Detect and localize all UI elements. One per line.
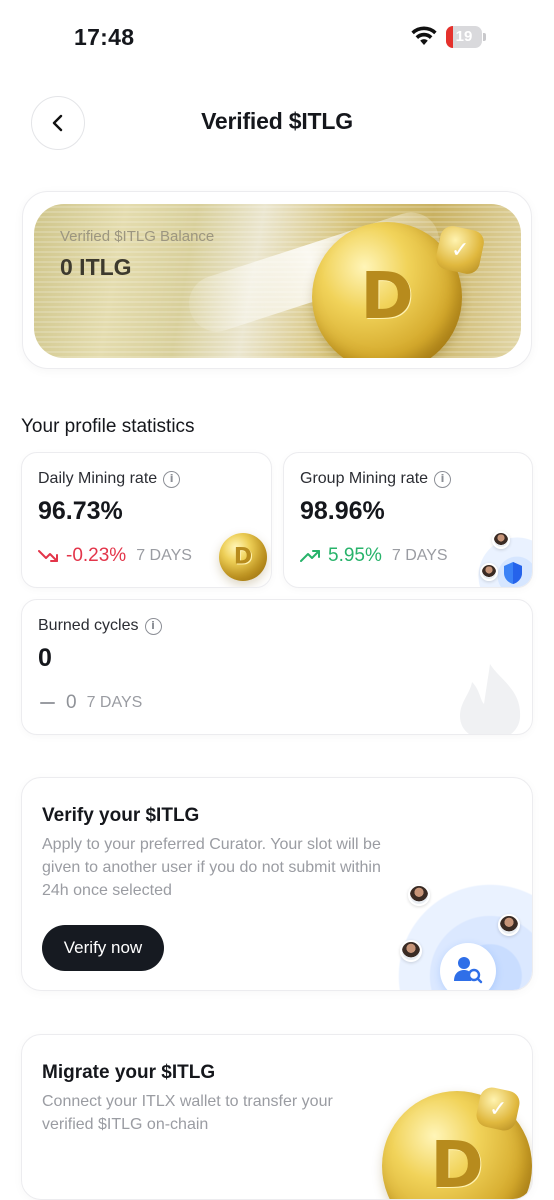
info-icon[interactable]: i — [434, 470, 452, 488]
avatar — [408, 884, 430, 906]
curator-search-icon — [440, 943, 496, 990]
status-time: 17:48 — [74, 24, 135, 50]
flame-icon — [460, 664, 521, 734]
daily-mining-card[interactable]: Daily Mining rate i 96.73% -0.23% 7 DAYS… — [21, 452, 272, 588]
trend-flat-icon — [40, 702, 55, 704]
daily-mining-label: Daily Mining rate — [38, 470, 158, 487]
status-bar: 17:48 19 — [0, 0, 554, 74]
burned-cycles-value: 0 — [38, 644, 52, 672]
avatar — [498, 914, 520, 936]
migrate-card: Migrate your $ITLG Connect your ITLX wal… — [21, 1034, 533, 1200]
group-mining-period: 7 DAYS — [391, 547, 448, 564]
avatar — [480, 563, 498, 581]
balance-banner: Verified $ITLG Balance 0 ITLG D ✓ — [34, 204, 521, 358]
avatar — [400, 940, 422, 962]
itlg-coin-icon: D — [219, 533, 267, 581]
shield-icon — [504, 562, 522, 584]
group-mining-value: 98.96% — [300, 497, 385, 525]
verified-check-icon: ✓ — [433, 223, 487, 277]
verify-description: Apply to your preferred Curator. Your sl… — [42, 836, 381, 899]
daily-mining-period: 7 DAYS — [136, 547, 192, 564]
group-mining-label: Group Mining rate — [300, 470, 429, 487]
burned-cycles-change: 0 — [66, 692, 77, 713]
trend-up-icon — [300, 550, 320, 562]
page-title: Verified $ITLG — [201, 108, 353, 134]
trend-down-icon — [38, 550, 58, 562]
burned-cycles-period: 7 DAYS — [86, 694, 143, 711]
balance-value: 0 ITLG — [60, 254, 132, 280]
verify-card: Verify your $ITLG Apply to your preferre… — [21, 777, 533, 991]
wifi-icon — [411, 26, 437, 45]
burned-cycles-card[interactable]: Burned cycles i 0 0 7 DAYS — [21, 599, 533, 735]
migrate-description: Connect your ITLX wallet to transfer you… — [42, 1093, 333, 1133]
daily-mining-change: -0.23% — [66, 545, 127, 566]
verify-now-button[interactable]: Verify now — [42, 925, 164, 971]
group-mining-card[interactable]: Group Mining rate i 98.96% 5.95% 7 DAYS — [283, 452, 533, 588]
section-title: Your profile statistics — [21, 416, 195, 437]
group-mining-change: 5.95% — [328, 545, 382, 566]
balance-card: Verified $ITLG Balance 0 ITLG D ✓ — [22, 191, 532, 369]
info-icon[interactable]: i — [144, 617, 162, 635]
info-icon[interactable]: i — [163, 470, 181, 488]
avatar — [492, 531, 510, 549]
balance-label: Verified $ITLG Balance — [60, 228, 215, 245]
migrate-title: Migrate your $ITLG — [42, 1062, 216, 1083]
battery-icon: 19 — [446, 26, 486, 48]
verify-title: Verify your $ITLG — [42, 805, 200, 826]
battery-level: 19 — [455, 28, 473, 45]
burned-cycles-label: Burned cycles — [38, 617, 139, 634]
daily-mining-value: 96.73% — [38, 497, 123, 525]
